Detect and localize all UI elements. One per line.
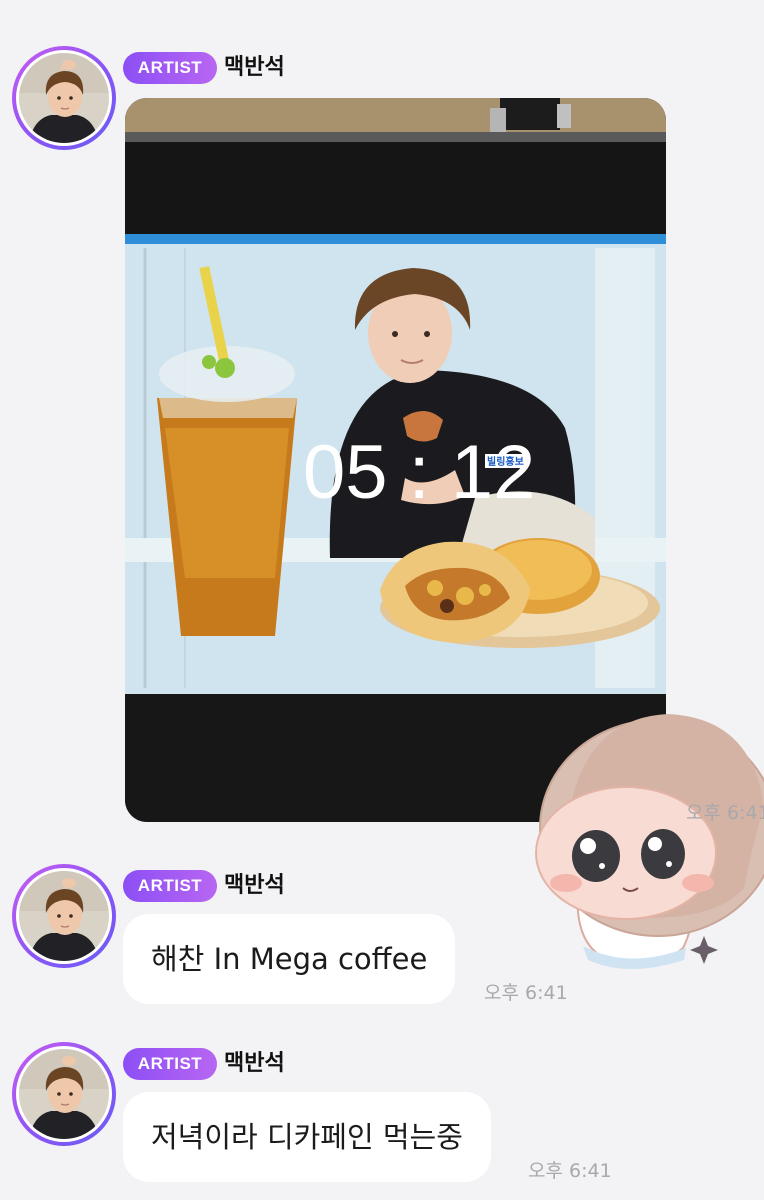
svg-text:빌링홍보: 빌링홍보 (487, 455, 524, 468)
avatar-photo (19, 1049, 109, 1139)
sticker[interactable] (508, 678, 764, 978)
avatar-photo (19, 53, 109, 143)
message-bubble[interactable]: 저녁이라 디카페인 먹는중 (123, 1092, 491, 1182)
avatar[interactable] (12, 46, 116, 150)
cute-character-sticker-icon (535, 714, 764, 969)
avatar-photo (19, 871, 109, 961)
screen-clock: 05 : 12 (303, 430, 535, 515)
artist-badge: ARTIST (123, 1048, 217, 1080)
artist-badge: ARTIST (123, 870, 217, 902)
avatar[interactable] (12, 864, 116, 968)
avatar[interactable] (12, 1042, 116, 1146)
message-time: 오후 6:41 (686, 802, 764, 824)
message-bubble[interactable]: 해찬 In Mega coffee (123, 914, 456, 1004)
artist-badge: ARTIST (123, 52, 217, 84)
message-time: 오후 6:41 (484, 982, 568, 1004)
sender-name[interactable]: 맥반석 (224, 870, 285, 902)
message-time: 오후 6:41 (528, 1160, 612, 1182)
sender-name[interactable]: 맥반석 (224, 1048, 285, 1080)
sender-name[interactable]: 맥반석 (224, 52, 285, 84)
